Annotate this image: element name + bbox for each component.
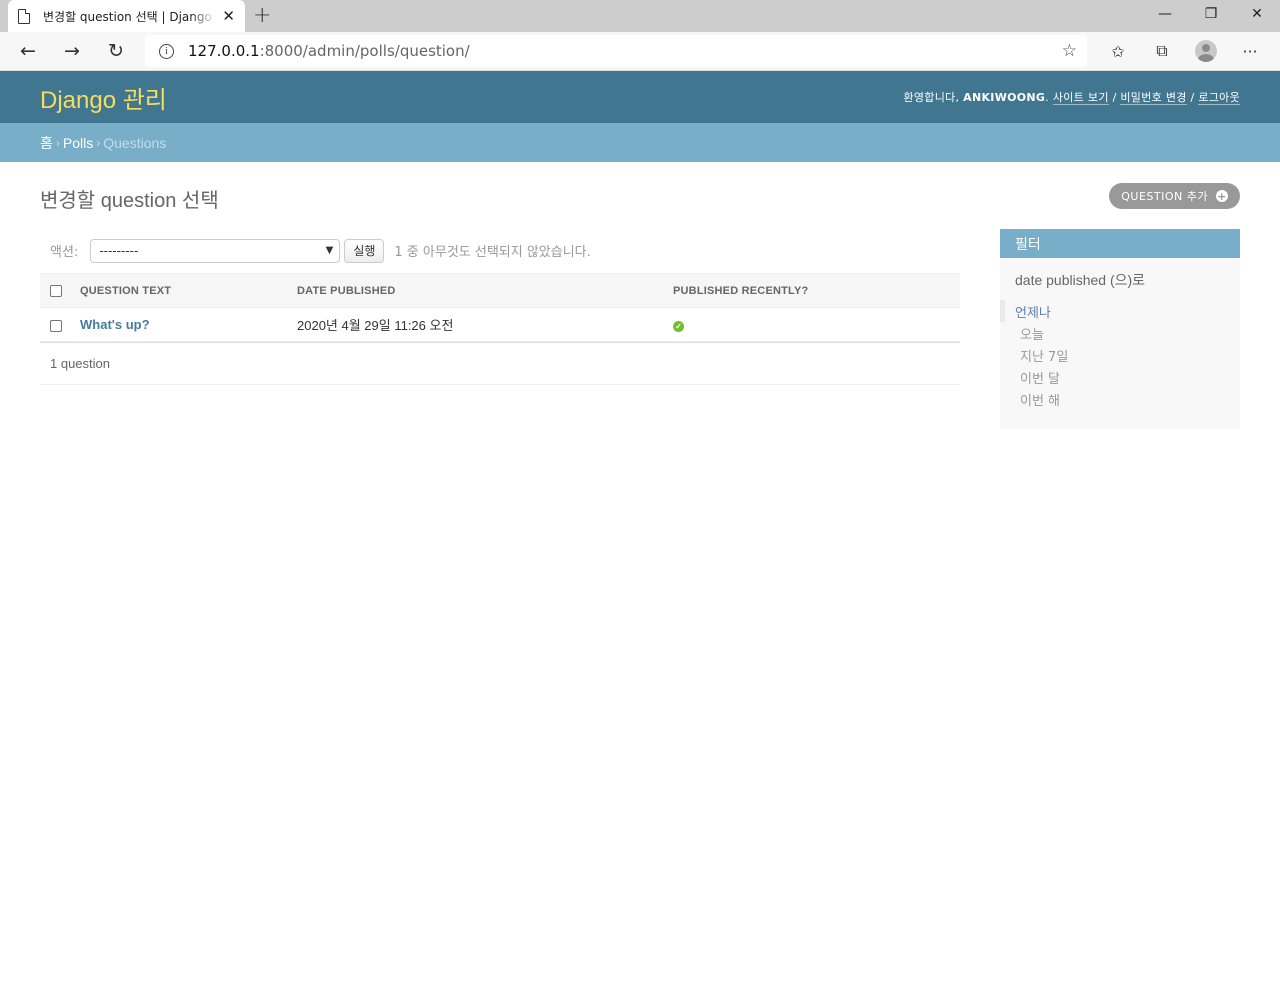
tab-title: 변경할 question 선택 | Django 사이트 관리 (43, 9, 216, 24)
actions-label: 액션: (50, 245, 79, 260)
actions-bar: 액션: --------- ▼ 실행 1 중 아무것도 선택되지 않았습니다. (40, 228, 960, 273)
browser-tab[interactable]: 변경할 question 선택 | Django 사이트 관리 ✕ (8, 0, 245, 32)
column-date-published[interactable]: DATE PUBLISHED (297, 273, 673, 308)
select-all-checkbox[interactable] (50, 284, 62, 297)
url-host: 127.0.0.1 (188, 42, 260, 60)
address-bar[interactable]: i 127.0.0.1 :8000/admin/polls/question/ … (145, 35, 1087, 67)
filter-panel: 필터 date published (으)로 언제나 오늘 지난 7일 이번 달… (1000, 229, 1240, 429)
filter-title: 필터 (1000, 229, 1240, 258)
check-circle-icon: ✓ (673, 321, 684, 332)
filter-subtitle: date published (으)로 (1015, 272, 1146, 288)
profile-avatar-icon[interactable] (1195, 40, 1217, 62)
collections-icon[interactable]: ⧉ (1140, 35, 1184, 67)
breadcrumb-separator: › (96, 135, 101, 150)
paginator: 1 question (40, 342, 960, 385)
site-branding[interactable]: Django 관리 (40, 80, 167, 115)
row-select-cell (40, 307, 80, 342)
changelist: 액션: --------- ▼ 실행 1 중 아무것도 선택되지 않았습니다. … (40, 228, 960, 385)
page-icon (18, 8, 30, 24)
breadcrumb-polls[interactable]: Polls (63, 135, 93, 151)
filter-options: 언제나 오늘 지난 7일 이번 달 이번 해 (1000, 300, 1240, 410)
run-action-button[interactable]: 실행 (344, 238, 385, 263)
separator: / (1190, 91, 1195, 104)
chevron-down-icon: ▼ (325, 245, 334, 256)
select-all-cell (40, 273, 80, 308)
question-link[interactable]: What's up? (80, 317, 150, 332)
table-row: What's up? 2020년 4월 29일 11:26 오전 ✓ (40, 307, 960, 342)
restore-icon[interactable]: ❐ (1188, 0, 1234, 28)
question-text-cell: What's up? (80, 307, 297, 342)
back-icon[interactable]: ← (6, 35, 50, 67)
browser-tabbar: 변경할 question 선택 | Django 사이트 관리 ✕ + — ❐ … (0, 0, 1280, 32)
browser-toolbar: ← → ↻ i 127.0.0.1 :8000/admin/polls/ques… (0, 32, 1280, 71)
add-question-button[interactable]: QUESTION 추가 + (1109, 183, 1240, 209)
info-icon[interactable]: i (159, 43, 174, 59)
breadcrumb-separator: › (55, 135, 60, 150)
plus-icon: + (1216, 189, 1228, 203)
column-published-recently: PUBLISHED RECENTLY? (673, 273, 960, 308)
refresh-icon[interactable]: ↻ (94, 35, 138, 67)
admin-header: Django 관리 환영합니다, ANKIWOONG. 사이트 보기 / 비밀번… (0, 71, 1280, 123)
date-published-cell: 2020년 4월 29일 11:26 오전 (297, 307, 673, 342)
view-site-link[interactable]: 사이트 보기 (1052, 91, 1109, 105)
change-password-link[interactable]: 비밀번호 변경 (1120, 91, 1187, 105)
url-path: :8000/admin/polls/question/ (259, 42, 470, 60)
filter-option-today[interactable]: 오늘 (1000, 322, 1240, 344)
close-window-icon[interactable]: ✕ (1234, 0, 1280, 28)
add-question-label: QUESTION 추가 (1121, 190, 1208, 203)
welcome-text: 환영합니다, (903, 91, 960, 104)
filter-option-this-month[interactable]: 이번 달 (1000, 366, 1240, 388)
result-list: QUESTION TEXT DATE PUBLISHED PUBLISHED R… (40, 273, 960, 342)
action-select-value: --------- (99, 243, 139, 258)
more-menu-icon[interactable]: ··· (1228, 35, 1272, 67)
breadcrumb-current: Questions (103, 134, 167, 151)
favorites-icon[interactable]: ✩ (1096, 35, 1140, 67)
filter-option-anytime[interactable]: 언제나 (1000, 300, 1240, 322)
user-tools: 환영합니다, ANKIWOONG. 사이트 보기 / 비밀번호 변경 / 로그아… (903, 91, 1240, 105)
action-counter: 1 중 아무것도 선택되지 않았습니다. (394, 245, 591, 260)
content: 변경할 question 선택 QUESTION 추가 + 액션: ------… (0, 162, 1280, 429)
page-title: 변경할 question 선택 (40, 190, 219, 212)
row-checkbox[interactable] (50, 319, 62, 332)
tab-close-icon[interactable]: ✕ (222, 7, 235, 25)
breadcrumb-home[interactable]: 홈 (40, 133, 53, 153)
published-recently-cell: ✓ (673, 307, 960, 342)
separator: / (1112, 91, 1117, 104)
minimize-icon[interactable]: — (1142, 0, 1188, 28)
favorite-star-icon[interactable]: ☆ (1062, 41, 1077, 61)
new-tab-icon[interactable]: + (253, 3, 271, 28)
window-controls: — ❐ ✕ (1142, 0, 1280, 32)
filter-option-this-year[interactable]: 이번 해 (1000, 388, 1240, 410)
username: ANKIWOONG (963, 91, 1046, 104)
forward-icon[interactable]: → (50, 35, 94, 67)
breadcrumb: 홈 › Polls › Questions (0, 123, 1280, 162)
action-select[interactable]: --------- ▼ (90, 238, 341, 263)
browser-right-tools: ✩ ⧉ ··· (1096, 35, 1272, 67)
filter-option-past-7-days[interactable]: 지난 7일 (1000, 344, 1240, 366)
logout-link[interactable]: 로그아웃 (1198, 91, 1240, 105)
column-question-text[interactable]: QUESTION TEXT (80, 273, 297, 308)
